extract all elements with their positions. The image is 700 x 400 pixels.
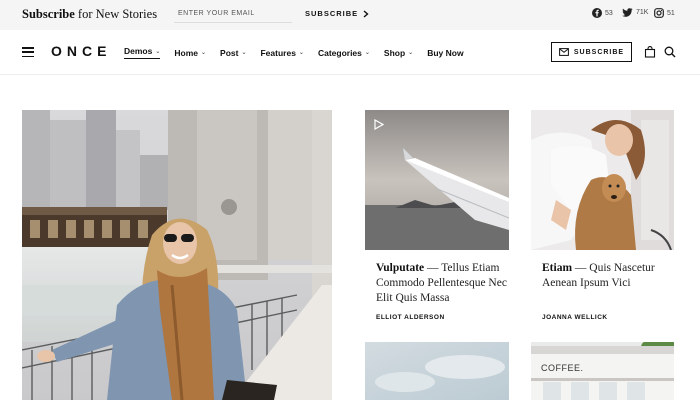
twitter-count: 71K xyxy=(636,9,649,16)
facebook-count: 53 xyxy=(605,9,613,17)
card-title-bold: Etiam xyxy=(542,262,573,274)
card-image-etiam[interactable] xyxy=(531,110,674,250)
featured-post-image[interactable] xyxy=(22,110,332,400)
topbar-subscribe-button[interactable]: SUBSCRIBE xyxy=(305,9,369,18)
instagram-link[interactable]: 51 xyxy=(654,8,675,18)
subscribe-bar-title-rest: for New Stories xyxy=(74,7,158,21)
chevron-down-icon: ⌄ xyxy=(155,48,161,55)
card-title-etiam[interactable]: Etiam — Quis Nascetur Aenean Ipsum Vici xyxy=(542,261,667,291)
nav-item-features[interactable]: Features ⌄ xyxy=(260,46,303,59)
play-icon[interactable] xyxy=(374,119,384,130)
search-icon[interactable] xyxy=(664,46,676,58)
card-author-joanna[interactable]: JOANNA WELLICK xyxy=(542,314,608,321)
envelope-icon xyxy=(558,48,569,56)
subscribe-bar-title: Subscribe for New Stories xyxy=(22,7,157,22)
chevron-down-icon: ⌄ xyxy=(408,50,414,56)
instagram-count: 51 xyxy=(667,9,675,17)
nav-item-categories[interactable]: Categories ⌄ xyxy=(318,46,370,59)
card-image-coffee-shop[interactable]: COFFEE. xyxy=(531,342,674,400)
card-title-bold: Vulputate xyxy=(376,262,425,274)
nav-item-post[interactable]: Post ⌄ xyxy=(220,46,246,59)
card-image-vulputate[interactable] xyxy=(365,110,509,250)
chevron-down-icon: ⌄ xyxy=(364,50,370,56)
nav-item-home[interactable]: Home ⌄ xyxy=(174,46,206,59)
woman-with-dog-photo xyxy=(531,110,674,250)
instagram-icon xyxy=(654,8,664,18)
facebook-icon xyxy=(592,8,602,18)
subscribe-button-label: SUBSCRIBE xyxy=(573,48,625,56)
card-author-elliot[interactable]: ELLIOT ALDERSON xyxy=(376,314,445,321)
subscribe-bar-brand: Subscribe xyxy=(22,7,75,21)
subscribe-bar: Subscribe for New Stories SUBSCRIBE 53 7… xyxy=(0,0,700,30)
card-image-sky[interactable] xyxy=(365,342,509,400)
featured-photo xyxy=(22,110,332,400)
main-menu: Demos ⌄ Home ⌄ Post ⌄ Features ⌄ Categories ⌄… xyxy=(124,46,478,59)
nav-item-demos[interactable]: Demos ⌄ xyxy=(124,46,161,59)
nav-item-buy-now[interactable]: Buy Now xyxy=(427,46,463,59)
main-navbar: ONCE Demos ⌄ Home ⌄ Post ⌄ Features ⌄ Catego… xyxy=(0,30,700,75)
topbar-subscribe-label: SUBSCRIBE xyxy=(305,9,359,18)
twitter-icon xyxy=(622,8,633,17)
chevron-down-icon: ⌄ xyxy=(298,50,304,56)
card-title-vulputate[interactable]: Vulputate — Tellus Etiam Commodo Pellent… xyxy=(376,261,521,306)
subscribe-button[interactable]: SUBSCRIBE xyxy=(551,42,632,62)
airplane-wing-photo xyxy=(365,110,509,250)
sky-photo xyxy=(365,342,509,400)
shopping-bag-icon[interactable] xyxy=(644,46,656,58)
site-logo[interactable]: ONCE xyxy=(51,43,111,59)
chevron-right-icon xyxy=(363,9,369,18)
hamburger-menu-icon[interactable] xyxy=(22,47,34,58)
nav-item-shop[interactable]: Shop ⌄ xyxy=(384,46,413,59)
twitter-link[interactable]: 71K xyxy=(622,8,648,17)
chevron-down-icon: ⌄ xyxy=(201,50,207,56)
chevron-down-icon: ⌄ xyxy=(241,50,247,56)
coffee-sign: COFFEE. xyxy=(541,363,584,373)
email-field[interactable] xyxy=(174,5,292,23)
facebook-link[interactable]: 53 xyxy=(592,8,613,18)
